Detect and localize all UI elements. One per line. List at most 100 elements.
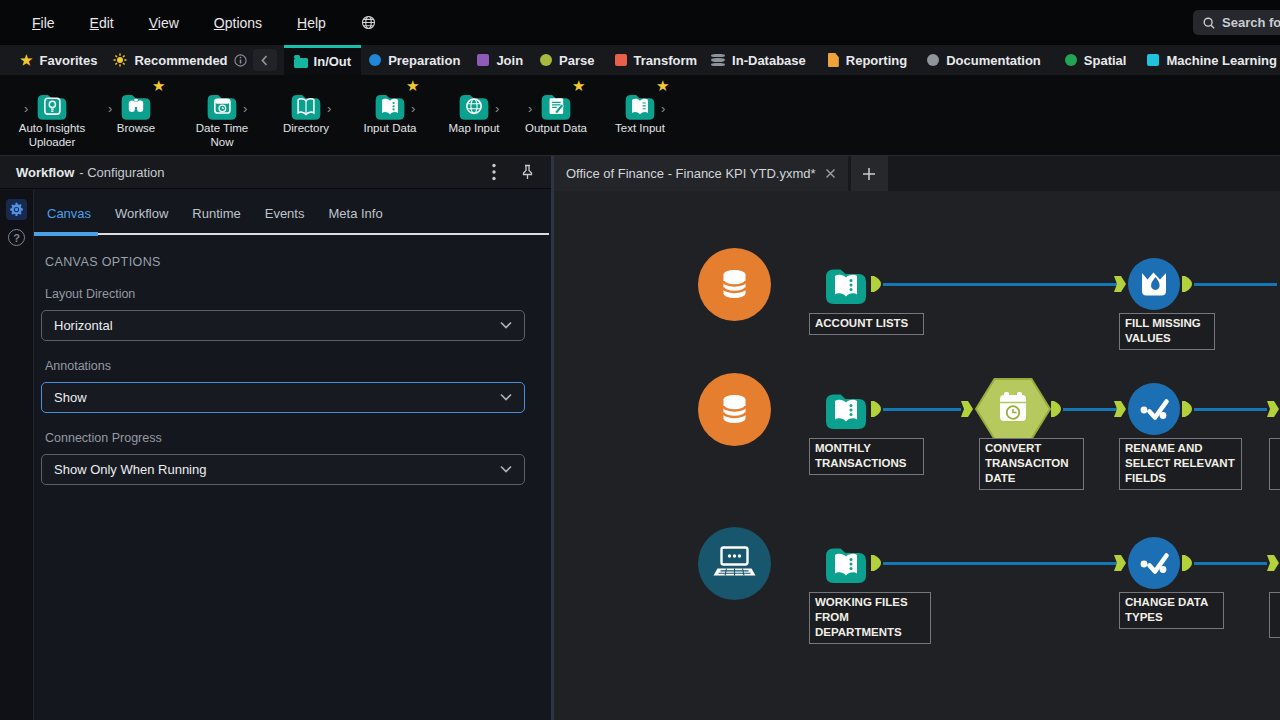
tab-runtime[interactable]: Runtime — [192, 206, 240, 221]
node-laptop-image[interactable] — [698, 527, 771, 604]
text-input-icon — [623, 89, 658, 122]
palette-tab-machine-learning[interactable]: Machine Learning — [1147, 45, 1277, 75]
tool-label: Output Data — [514, 122, 598, 136]
document-tab[interactable]: Office of Finance - Finance KPI YTD.yxmd… — [554, 156, 848, 191]
new-tab-button[interactable] — [851, 156, 888, 191]
tab-canvas[interactable]: Canvas — [47, 206, 91, 221]
node-annotation-label[interactable]: MONTHLY TRANSACTIONS — [809, 438, 924, 475]
output-anchor-icon[interactable] — [871, 555, 881, 575]
tool-auto-insights-uploader[interactable]: Auto Insights Uploader› — [7, 75, 97, 155]
pin-icon[interactable] — [520, 164, 535, 180]
tool-map-input[interactable]: Map Input› — [429, 75, 519, 155]
palette-tab-documentation[interactable]: Documentation — [927, 45, 1041, 75]
connection-line[interactable] — [1194, 408, 1267, 411]
palette-tab-favorites[interactable]: ★ Favorites — [20, 45, 97, 75]
favorite-star-icon: ★ — [152, 78, 165, 93]
configuration-tabs: Canvas Workflow Runtime Events Meta Info — [47, 189, 551, 233]
node-annotation-label[interactable]: WORKING FILES FROM DEPARTMENTS — [809, 592, 931, 644]
input-anchor-icon[interactable] — [1267, 555, 1279, 575]
close-icon[interactable] — [825, 168, 836, 179]
search-input[interactable]: Search for — [1193, 10, 1280, 35]
settings-gear-icon[interactable] — [6, 199, 27, 220]
connection-line[interactable] — [883, 408, 961, 411]
input-anchor-icon[interactable] — [1114, 555, 1126, 575]
node-select-tool[interactable] — [1128, 383, 1180, 439]
tool-expand-chevron-icon[interactable]: › — [108, 102, 112, 115]
connection-line[interactable] — [883, 562, 1117, 565]
globe-icon[interactable] — [361, 15, 376, 30]
report-page-icon — [828, 53, 839, 67]
tool-expand-chevron-icon[interactable]: › — [24, 102, 28, 115]
input-anchor-icon[interactable] — [1114, 276, 1126, 296]
palette-tab-recommended[interactable]: Recommended — [113, 45, 246, 75]
node-annotation-label[interactable]: ACCOUNT LISTS — [809, 313, 924, 335]
node-datetime-tool[interactable] — [975, 377, 1051, 445]
input-anchor-icon[interactable] — [1267, 401, 1279, 421]
annotations-dropdown[interactable]: Show — [41, 382, 525, 413]
connection-line[interactable] — [1063, 408, 1117, 411]
node-database-image[interactable] — [698, 248, 771, 325]
menu-help[interactable]: Help — [297, 15, 326, 31]
palette-scroll-left-button[interactable] — [253, 49, 277, 71]
tool-expand-chevron-icon[interactable]: › — [528, 102, 532, 115]
node-input-data[interactable] — [823, 386, 869, 436]
tab-meta-info[interactable]: Meta Info — [328, 206, 382, 221]
node-input-data[interactable] — [823, 261, 869, 311]
palette-tab-reporting[interactable]: Reporting — [828, 45, 907, 75]
node-select-tool[interactable] — [1128, 537, 1180, 593]
node-annotation-label[interactable]: FILL MISSING VALUES — [1119, 313, 1215, 350]
workflow-canvas[interactable]: ACCOUNT LISTS FILL MISSING VALUES MONTHLY … — [554, 191, 1280, 720]
tool-text-input[interactable]: Text Input★› — [595, 75, 685, 155]
palette-tab-preparation[interactable]: Preparation — [369, 45, 460, 75]
node-annotation-label[interactable]: CONVERT TRANSACITON DATE — [979, 438, 1084, 490]
tool-browse[interactable]: Browse★› — [91, 75, 181, 155]
output-anchor-icon[interactable] — [1182, 276, 1192, 296]
menu-view[interactable]: View — [149, 15, 179, 31]
configuration-panel: Workflow - Configuration Canvas W — [0, 156, 554, 720]
connection-line[interactable] — [883, 283, 1117, 286]
menu-file[interactable]: File — [32, 15, 55, 31]
palette-tab-spatial[interactable]: Spatial — [1065, 45, 1127, 75]
info-icon — [234, 54, 247, 67]
palette-tab-join[interactable]: Join — [477, 45, 523, 75]
output-anchor-icon[interactable] — [871, 276, 881, 296]
tool-directory[interactable]: Directory› — [261, 75, 351, 155]
output-anchor-icon[interactable] — [1051, 401, 1061, 421]
node-annotation-label[interactable]: RENAME AND SELECT RELEVANT FIELDS — [1119, 438, 1242, 490]
palette-tab-transform[interactable]: Transform — [615, 45, 698, 75]
tool-expand-chevron-icon[interactable]: › — [327, 102, 331, 115]
node-database-image[interactable] — [698, 373, 771, 450]
node-fill-missing-values[interactable] — [1128, 258, 1180, 314]
tool-input-data[interactable]: Input Data★› — [345, 75, 435, 155]
help-icon[interactable] — [8, 229, 25, 246]
input-anchor-icon[interactable] — [1114, 401, 1126, 421]
input-anchor-icon[interactable] — [961, 401, 973, 421]
tool-expand-chevron-icon[interactable]: › — [243, 102, 247, 115]
directory-icon — [289, 89, 324, 122]
node-annotation-label[interactable]: CHANGE DATA TYPES — [1119, 592, 1224, 629]
more-options-icon[interactable] — [492, 163, 496, 181]
tool-expand-chevron-icon[interactable]: › — [411, 102, 415, 115]
node-input-data[interactable] — [823, 540, 869, 590]
menu-edit[interactable]: Edit — [90, 15, 114, 31]
database-source-icon — [698, 248, 771, 321]
layout-direction-label: Layout Direction — [45, 287, 551, 301]
tab-workflow[interactable]: Workflow — [115, 206, 168, 221]
output-anchor-icon[interactable] — [1182, 555, 1192, 575]
tool-expand-chevron-icon[interactable]: › — [661, 102, 665, 115]
preparation-icon — [369, 54, 381, 66]
connection-progress-dropdown[interactable]: Show Only When Running — [41, 454, 525, 485]
tool-date-time-now[interactable]: Date Time Now› — [177, 75, 267, 155]
menu-options[interactable]: Options — [214, 15, 262, 31]
tool-expand-chevron-icon[interactable]: › — [495, 102, 499, 115]
palette-tab-in-database[interactable]: In-Database — [711, 45, 806, 75]
connection-line[interactable] — [1194, 562, 1267, 565]
tab-events[interactable]: Events — [265, 206, 305, 221]
tool-output-data[interactable]: Output Data★› — [511, 75, 601, 155]
output-anchor-icon[interactable] — [1182, 401, 1192, 421]
output-anchor-icon[interactable] — [871, 401, 881, 421]
connection-line[interactable] — [1194, 283, 1277, 286]
palette-tab-parse[interactable]: Parse — [540, 45, 594, 75]
layout-direction-dropdown[interactable]: Horizontal — [41, 310, 525, 341]
palette-tab-in-out[interactable]: In/Out — [284, 45, 362, 75]
